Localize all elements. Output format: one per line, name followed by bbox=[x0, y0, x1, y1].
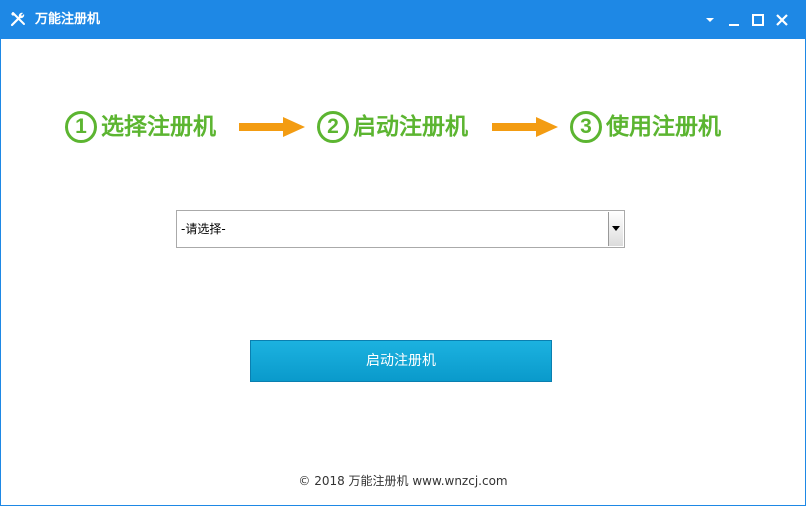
step-number: 2 bbox=[317, 111, 349, 143]
step-label: 启动注册机 bbox=[353, 114, 468, 140]
step-2: 2 启动注册机 bbox=[317, 105, 468, 149]
dropdown-button[interactable] bbox=[608, 212, 623, 246]
chevron-down-icon bbox=[612, 226, 620, 231]
app-window: 万能注册机 1 选择注册机 2 启动注册机 3 使用注册机 -请选择- 启动注册… bbox=[0, 0, 806, 506]
step-3: 3 使用注册机 bbox=[570, 105, 721, 149]
arrow-right-icon bbox=[492, 117, 558, 137]
step-label: 使用注册机 bbox=[606, 114, 721, 140]
step-number: 3 bbox=[570, 111, 602, 143]
close-icon[interactable] bbox=[771, 9, 793, 31]
minimize-icon[interactable] bbox=[723, 9, 745, 31]
arrow-right-icon bbox=[239, 117, 305, 137]
window-title: 万能注册机 bbox=[35, 12, 101, 27]
step-1: 1 选择注册机 bbox=[65, 105, 216, 149]
maximize-icon[interactable] bbox=[747, 9, 769, 31]
keygen-select[interactable]: -请选择- bbox=[176, 210, 625, 248]
title-bar[interactable]: 万能注册机 bbox=[1, 1, 805, 39]
steps-flow: 1 选择注册机 2 启动注册机 3 使用注册机 bbox=[65, 105, 745, 149]
tools-icon bbox=[10, 11, 26, 27]
select-value: -请选择- bbox=[181, 222, 226, 236]
step-number: 1 bbox=[65, 111, 97, 143]
footer-copyright: © 2018 万能注册机 www.wnzcj.com bbox=[298, 474, 508, 488]
start-keygen-button[interactable]: 启动注册机 bbox=[250, 340, 552, 382]
menu-icon[interactable] bbox=[699, 9, 721, 31]
step-label: 选择注册机 bbox=[101, 114, 216, 140]
